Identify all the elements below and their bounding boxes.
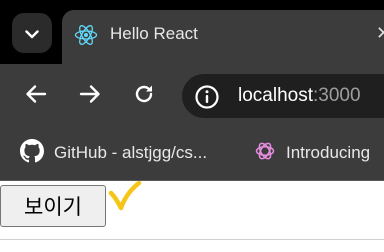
bookmark-label: Introducing: [286, 143, 371, 162]
url-text: localhost:3000: [238, 85, 361, 107]
forward-button[interactable]: [76, 82, 104, 110]
github-icon: [20, 139, 44, 167]
content-divider: [0, 239, 384, 240]
bookmark-introducing[interactable]: Introducing: [254, 140, 370, 166]
reload-icon: [133, 83, 155, 109]
url-host: localhost: [238, 85, 313, 106]
bookmark-github[interactable]: GitHub - alstjgg/cs...: [20, 139, 208, 167]
forward-arrow-icon: [79, 84, 101, 108]
checkmark-icon: [108, 180, 142, 217]
browser-window: Hello React ✕ localhost:3000 GitHub - al…: [0, 0, 384, 252]
url-port: :3000: [313, 85, 361, 106]
bookmark-label: GitHub - alstjgg/cs...: [54, 143, 208, 162]
close-icon[interactable]: ✕: [376, 24, 384, 44]
tab-strip: Hello React ✕: [0, 0, 384, 64]
address-bar[interactable]: localhost:3000: [182, 74, 384, 118]
chevron-down-icon: [25, 24, 39, 43]
back-button[interactable]: [22, 82, 50, 110]
reload-button[interactable]: [130, 82, 158, 110]
bookmarks-bar: GitHub - alstjgg/cs... Introducing: [0, 128, 384, 180]
info-icon[interactable]: [194, 84, 220, 110]
openai-icon: [254, 140, 276, 166]
page-content: 보이기: [0, 180, 384, 252]
react-logo-icon: [74, 23, 98, 47]
back-arrow-icon: [25, 84, 47, 108]
show-button[interactable]: 보이기: [0, 185, 106, 227]
tab-search-button[interactable]: [12, 13, 52, 53]
tab-hello-react[interactable]: Hello React ✕: [62, 10, 384, 64]
tab-title: Hello React: [110, 24, 198, 43]
toolbar: localhost:3000: [0, 64, 384, 128]
